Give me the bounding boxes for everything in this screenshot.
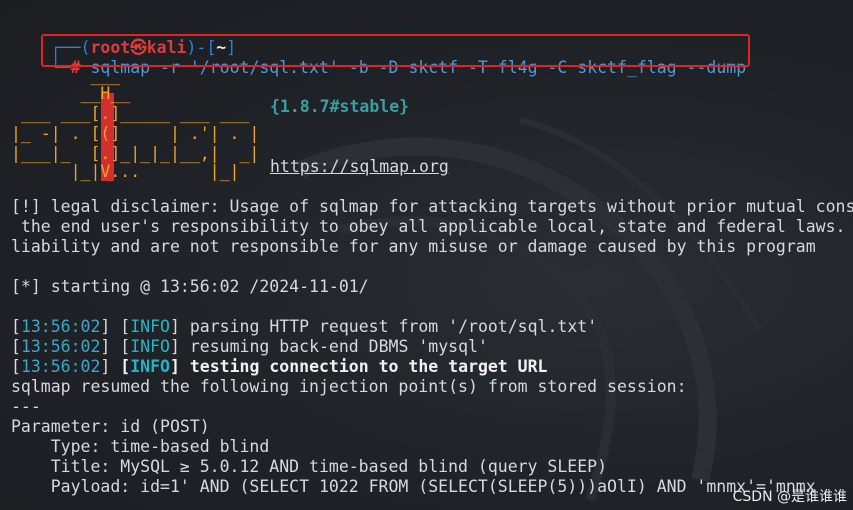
terminal-window[interactable]: ┌──(root㉿kali)-[~] └─# sqlmap -r '/root/… bbox=[0, 0, 853, 510]
logo-row-6: |_|V... |_| bbox=[11, 162, 240, 181]
disclaimer-line-2: the end user's responsibility to obey al… bbox=[11, 217, 846, 236]
payload-line: Payload: id=1' AND (SELECT 1022 FROM (SE… bbox=[11, 477, 816, 496]
logo-row-1: ___ bbox=[11, 66, 121, 85]
resumed-line: sqlmap resumed the following injection p… bbox=[11, 377, 687, 396]
title-line: Title: MySQL ≥ 5.0.12 AND time-based bli… bbox=[11, 457, 608, 476]
log-time: 13:56:02 bbox=[20, 337, 101, 356]
command-highlight-box bbox=[41, 34, 750, 67]
log-level: INFO bbox=[130, 337, 170, 356]
log-level: INFO bbox=[130, 357, 170, 376]
type-line: Type: time-based blind bbox=[11, 437, 270, 456]
logo-row-5: |___|_ [.]_|_|_|__,| _| bbox=[11, 144, 260, 163]
disclaimer-line-3: liability and are not responsible for an… bbox=[11, 237, 816, 256]
log-time: 13:56:02 bbox=[20, 317, 101, 336]
log-line: [13:56:02] [INFO] resuming back-end DBMS… bbox=[11, 337, 488, 356]
version-label: {1.8.7#stable} bbox=[270, 97, 410, 116]
disclaimer-line-1: [!] legal disclaimer: Usage of sqlmap fo… bbox=[11, 197, 853, 216]
sqlmap-logo: ___ __H__ ___ ___[.]_____ ___ ___ |_ -| … bbox=[11, 66, 271, 182]
log-level: INFO bbox=[130, 317, 170, 336]
logo-row-3: ___ ___[.]_____ ___ ___ bbox=[11, 104, 250, 123]
log-message: parsing HTTP request from '/root/sql.txt… bbox=[189, 317, 598, 336]
log-message: resuming back-end DBMS 'mysql' bbox=[189, 337, 488, 356]
log-line: [13:56:02] [INFO] testing connection to … bbox=[11, 357, 548, 376]
starting-line: [*] starting @ 13:56:02 /2024-11-01/ bbox=[11, 277, 369, 296]
log-line: [13:56:02] [INFO] parsing HTTP request f… bbox=[11, 317, 598, 336]
logo-row-4: |_ -| . [(] | .'| . | bbox=[11, 124, 260, 143]
logo-row-2: __H__ bbox=[11, 84, 131, 103]
log-time: 13:56:02 bbox=[20, 357, 101, 376]
separator-line: --- bbox=[11, 397, 41, 416]
parameter-line: Parameter: id (POST) bbox=[11, 417, 210, 436]
csdn-watermark: CSDN @是谁谁谁 bbox=[732, 489, 847, 505]
log-message: testing connection to the target URL bbox=[189, 357, 548, 376]
sqlmap-url-link[interactable]: https://sqlmap.org bbox=[270, 157, 449, 177]
